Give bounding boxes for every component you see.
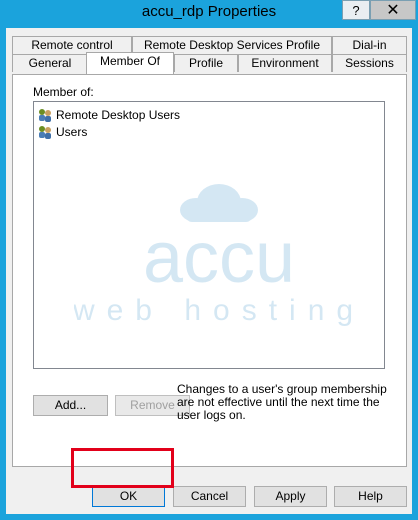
group-name: Remote Desktop Users	[56, 107, 181, 122]
close-button[interactable]: ✕	[370, 0, 416, 20]
apply-button[interactable]: Apply	[254, 486, 327, 507]
add-button[interactable]: Add...	[33, 395, 108, 416]
tab-environment[interactable]: Environment	[238, 54, 332, 72]
group-name: Users	[56, 124, 88, 139]
tab-general[interactable]: General	[12, 54, 88, 72]
member-of-label: Member of:	[33, 85, 94, 99]
help-button[interactable]: Help	[334, 486, 407, 507]
watermark-logo: accu web hosting	[74, 184, 364, 327]
tab-dial-in[interactable]: Dial-in	[332, 36, 407, 54]
title-bar: accu_rdp Properties ? ✕	[0, 0, 418, 28]
dialog-client: Remote control Remote Desktop Services P…	[6, 28, 412, 514]
tab-profile[interactable]: Profile	[174, 54, 238, 72]
cancel-button[interactable]: Cancel	[173, 486, 246, 507]
tab-sessions[interactable]: Sessions	[332, 54, 407, 72]
group-icon	[39, 125, 51, 139]
watermark-text-sub: web hosting	[74, 294, 364, 327]
group-icon	[39, 108, 51, 122]
help-title-button[interactable]: ?	[342, 0, 370, 20]
ok-button[interactable]: OK	[92, 486, 165, 507]
tab-member-of[interactable]: Member Of	[86, 52, 174, 74]
list-item[interactable]: Remote Desktop Users	[37, 106, 180, 123]
watermark-text-main: accu	[143, 218, 295, 298]
membership-note: Changes to a user's group membership are…	[177, 382, 387, 422]
close-icon: ✕	[386, 2, 400, 19]
group-listbox[interactable]: accu web hosting Remote Desktop Users Us…	[33, 101, 385, 369]
ok-highlight-box	[71, 448, 174, 488]
member-of-panel: Member of: accu web hosting Remote Deskt…	[12, 74, 407, 467]
list-item[interactable]: Users	[37, 123, 87, 140]
